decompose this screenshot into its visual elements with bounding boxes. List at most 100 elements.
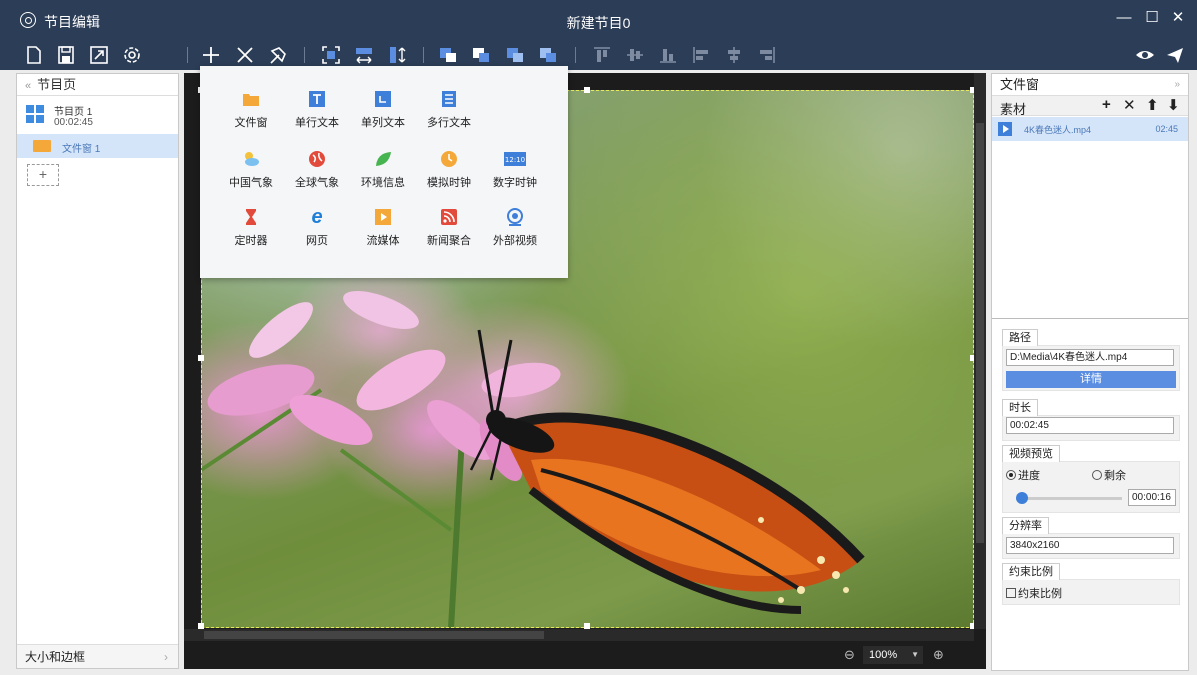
- source-file-name: 4K春色迷人.mp4: [1024, 125, 1092, 135]
- video-play-icon: [998, 122, 1012, 136]
- duration-field[interactable]: 00:02:45: [1006, 417, 1174, 434]
- menu-item-multi-line-text[interactable]: 多行文本: [416, 90, 482, 144]
- resize-handle[interactable]: [198, 355, 204, 361]
- add-icon[interactable]: [200, 44, 222, 66]
- canvas-horizontal-scrollbar[interactable]: [184, 629, 974, 641]
- menu-item-label: 流媒体: [366, 235, 400, 247]
- close-button[interactable]: ✕: [1166, 8, 1190, 28]
- menu-item-label: 单行文本: [295, 117, 339, 129]
- menu-item-label: 外部视频: [493, 235, 537, 247]
- align-center-icon[interactable]: [723, 44, 745, 66]
- minimize-button[interactable]: —: [1112, 8, 1136, 28]
- maximize-button[interactable]: ☐: [1140, 8, 1164, 28]
- single-line-text-icon: [308, 90, 326, 108]
- stretch-vertical-icon[interactable]: [386, 44, 408, 66]
- menu-item-environment[interactable]: 环境信息: [350, 150, 416, 204]
- menu-item-analog-clock[interactable]: 模拟时钟: [416, 150, 482, 204]
- main-toolbar: [0, 40, 1197, 70]
- page-name: 节目页 1: [54, 107, 93, 118]
- bring-forward-icon[interactable]: [504, 44, 526, 66]
- add-page-button[interactable]: +: [27, 164, 59, 186]
- delete-source-icon[interactable]: ✕: [1123, 96, 1136, 114]
- size-and-border-section[interactable]: 大小和边框 ›: [17, 644, 178, 668]
- program-page-item[interactable]: 节目页 1 00:02:45: [17, 100, 178, 132]
- video-preview-label: 视频预览: [1002, 445, 1060, 462]
- send-to-back-icon[interactable]: [470, 44, 492, 66]
- toolbar-separator: [575, 47, 576, 63]
- menu-item-label: 文件窗: [234, 117, 268, 129]
- bring-to-front-icon[interactable]: [437, 44, 459, 66]
- app-logo-icon: [20, 12, 36, 28]
- menu-item-label: 全球气象: [295, 177, 339, 189]
- resize-handle[interactable]: [584, 87, 590, 93]
- align-right-icon[interactable]: [756, 44, 778, 66]
- slider-knob[interactable]: [1016, 492, 1028, 504]
- details-button[interactable]: 详情: [1006, 371, 1176, 388]
- menu-item-label: 模拟时钟: [427, 177, 471, 189]
- add-source-icon[interactable]: +: [1102, 96, 1111, 113]
- save-icon[interactable]: [55, 44, 77, 66]
- expand-panel-button[interactable]: »: [1174, 74, 1180, 96]
- digital-clock-text: 12:10: [505, 156, 525, 164]
- window-item[interactable]: 文件窗 1: [17, 134, 178, 158]
- menu-item-china-weather[interactable]: 中国气象: [218, 150, 284, 204]
- stretch-horizontal-icon[interactable]: [353, 44, 375, 66]
- document-title: 新建节目0: [566, 15, 631, 31]
- environment-leaf-icon: [374, 150, 392, 168]
- zoom-out-icon[interactable]: ⊖: [844, 647, 855, 663]
- pin-icon[interactable]: [267, 44, 289, 66]
- fit-screen-icon[interactable]: [320, 44, 342, 66]
- menu-item-timer[interactable]: 定时器: [218, 208, 284, 262]
- collapse-panel-button[interactable]: «: [25, 80, 31, 92]
- align-top-icon[interactable]: [591, 44, 613, 66]
- menu-item-digital-clock[interactable]: 12:10 数字时钟: [482, 150, 548, 204]
- menu-item-single-column-text[interactable]: 单列文本: [350, 90, 416, 144]
- menu-item-label: 数字时钟: [493, 177, 537, 189]
- resolution-field[interactable]: 3840x2160: [1006, 537, 1174, 554]
- source-file-item[interactable]: 4K春色迷人.mp4 02:45: [992, 117, 1188, 141]
- preview-eye-icon[interactable]: [1134, 44, 1156, 66]
- align-left-icon[interactable]: [690, 44, 712, 66]
- remaining-radio[interactable]: 剩余: [1092, 467, 1126, 483]
- zoom-in-icon[interactable]: ⊕: [933, 647, 944, 663]
- new-file-icon[interactable]: [23, 44, 45, 66]
- align-middle-icon[interactable]: [624, 44, 646, 66]
- canvas-vertical-scrollbar[interactable]: [974, 73, 986, 629]
- send-icon[interactable]: [1164, 44, 1186, 66]
- scrollbar-thumb[interactable]: [204, 631, 544, 639]
- menu-item-news-aggregation[interactable]: 新闻聚合: [416, 208, 482, 262]
- preview-slider[interactable]: [1016, 492, 1122, 504]
- analog-clock-icon: [440, 150, 458, 168]
- scrollbar-thumb[interactable]: [976, 123, 984, 543]
- menu-item-label: 定时器: [234, 235, 268, 247]
- global-weather-icon: [308, 150, 326, 168]
- send-backward-icon[interactable]: [537, 44, 559, 66]
- constrain-ratio-checkbox[interactable]: 约束比例: [1006, 585, 1062, 601]
- zoom-bar: ⊖ 100% ▼ ⊕: [184, 641, 986, 669]
- program-pages-panel: « 节目页 节目页 1 00:02:45 文件窗 1 + 大小和边框 ›: [16, 73, 179, 669]
- file-window-title: 文件窗: [1000, 77, 1040, 92]
- program-editor-window: 节目编辑 新建节目0 — ☐ ✕ « 节目页 节目页 1 00:02:45 文件…: [0, 0, 1197, 675]
- progress-radio[interactable]: 进度: [1006, 467, 1040, 483]
- preview-time-field[interactable]: 00:00:16: [1128, 489, 1176, 506]
- app-name: 节目编辑: [44, 14, 100, 30]
- menu-item-single-line-text[interactable]: 单行文本: [284, 90, 350, 144]
- delete-icon[interactable]: [234, 44, 256, 66]
- move-up-icon[interactable]: ⬆: [1146, 96, 1159, 114]
- path-field[interactable]: D:\Media\4K春色迷人.mp4: [1006, 349, 1174, 366]
- zoom-select[interactable]: 100% ▼: [863, 646, 923, 664]
- align-bottom-icon[interactable]: [657, 44, 679, 66]
- duration-label: 时长: [1002, 399, 1038, 416]
- zoom-value: 100%: [869, 649, 898, 661]
- resize-icon[interactable]: [88, 44, 110, 66]
- file-properties: 路径 D:\Media\4K春色迷人.mp4 详情 时长 00:02:45 视频…: [992, 318, 1188, 670]
- menu-item-web-page[interactable]: e 网页: [284, 207, 350, 262]
- size-and-border-label: 大小和边框: [25, 650, 86, 664]
- move-down-icon[interactable]: ⬇: [1167, 96, 1180, 114]
- menu-item-external-video[interactable]: 外部视频: [482, 208, 548, 262]
- menu-item-file-window[interactable]: 文件窗: [218, 90, 284, 144]
- settings-icon[interactable]: [121, 44, 143, 66]
- menu-item-streaming-media[interactable]: 流媒体: [350, 208, 416, 262]
- constrain-ratio-checkbox-label: 约束比例: [1018, 588, 1062, 600]
- menu-item-global-weather[interactable]: 全球气象: [284, 150, 350, 204]
